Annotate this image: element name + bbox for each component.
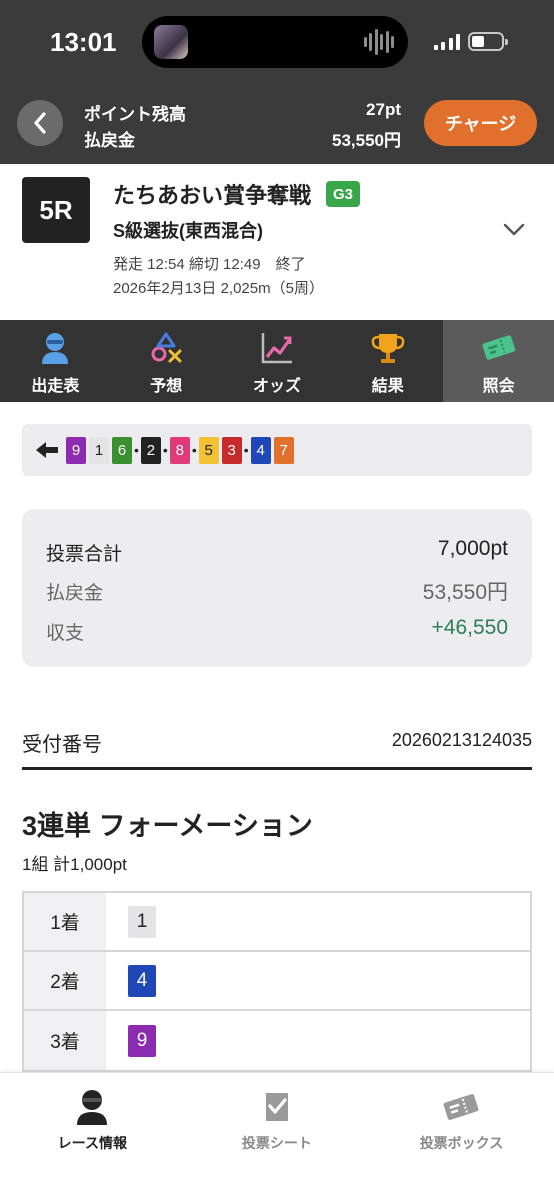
place-cell: 4 [106,952,530,1009]
place-label: 2着 [24,952,106,1009]
racer-number-box: 9 [128,1024,156,1057]
nav-label: 投票ボックス [419,1135,504,1151]
race-date-distance: 2026年2月13日 2,025m（5周） [113,280,324,297]
table-row: 2着 4 [24,952,530,1011]
line-separator-dot: • [191,442,197,458]
trophy-icon [370,330,406,366]
line-separator-dot: • [134,442,139,458]
racer-number-box: 2 [140,436,161,464]
payout-value: 53,550円 [422,581,508,604]
line-separator-dot: • [162,442,168,458]
back-button[interactable] [17,100,63,146]
expand-race-button[interactable] [500,216,528,244]
racer-number-box: 9 [66,436,86,464]
odds-chart-icon [259,330,295,366]
racer-number-box: 3 [221,436,242,464]
table-row: 3着 9 [24,1011,530,1070]
racer-number-box: 4 [128,964,156,997]
racer-number-box: 8 [169,436,190,464]
ticket-icon [481,330,517,366]
status-bar: 13:01 [0,0,554,82]
racer-number-box: 7 [273,436,294,464]
receipt-number-label: 受付番号 [22,734,102,756]
nav-label: レース情報 [57,1135,127,1151]
place-cell: 9 [106,1011,530,1070]
bet-type-title: 3連単 フォーメーション [22,811,313,841]
race-subtitle: S級選抜(東西混合) [113,221,263,241]
tab-odds[interactable]: オッズ [222,320,333,402]
chevron-left-icon [34,112,46,134]
signal-icon [434,34,460,50]
payout-label: 払戻金 [84,131,135,150]
status-time: 13:01 [50,27,117,57]
race-title: たちあおい賞争奪戦 [113,183,312,208]
payout-label: 払戻金 [46,583,104,604]
racer-number-box: 5 [198,436,219,464]
balance-label: 収支 [46,623,85,644]
formation-table: 1着 1 2着 4 3着 9 [22,891,532,1072]
race-number-badge: 5R [22,177,90,243]
bet-summary-card: 投票合計 7,000pt 払戻金 53,550円 収支 +46,550 [22,509,532,667]
nav-bet-box[interactable]: 投票ボックス [369,1073,554,1200]
bottom-navigation: レース情報 投票シート 投票ボックス [0,1072,554,1200]
nav-label: 投票シート [241,1135,312,1151]
bet-sheet-icon [257,1087,297,1127]
divider [22,767,532,770]
points-balance-value: 27pt [366,100,401,119]
place-label: 1着 [24,893,106,950]
prediction-icon [148,330,184,366]
tab-label: 結果 [371,378,404,395]
racer-icon [72,1087,112,1127]
tab-inquiry[interactable]: 照会 [443,320,554,402]
ticket-icon [441,1087,481,1127]
place-label: 3着 [24,1011,106,1070]
balance-value: +46,550 [431,616,509,639]
total-bet-label: 投票合計 [46,544,123,565]
racer-number-box: 6 [112,436,132,464]
nav-bet-sheet[interactable]: 投票シート [185,1073,370,1200]
arrow-left-icon [36,442,58,458]
racer-number-box: 1 [89,436,109,464]
racer-number-box: 1 [128,905,156,938]
tab-results[interactable]: 結果 [332,320,443,402]
tab-label: 照会 [482,378,515,395]
nav-race-info[interactable]: レース情報 [0,1073,185,1200]
grade-badge: G3 [326,181,360,207]
dynamic-island[interactable] [142,16,408,68]
total-bet-value: 7,000pt [437,537,508,560]
tab-prediction[interactable]: 予想 [111,320,222,402]
receipt-number-value: 20260213124035 [391,730,532,750]
charge-button[interactable]: チャージ [424,100,537,146]
race-info: 5R たちあおい賞争奪戦 G3 S級選抜(東西混合) 発走 12:54 締切 1… [0,164,554,320]
points-balance-label: ポイント残高 [84,105,186,124]
combination-bar[interactable]: 9 1 6 • 2 • 8 • 5 3 • 4 7 [22,424,532,476]
bet-subtitle: 1組 計1,000pt [22,855,127,874]
racer-icon [37,330,73,366]
battery-icon [468,32,508,51]
payout-value: 53,550円 [332,131,401,150]
table-row: 1着 1 [24,893,530,952]
points-header: ポイント残高 27pt 払戻金 53,550円 チャージ [0,82,554,164]
line-separator-dot: • [243,442,249,458]
audio-wave-icon [364,28,394,56]
tab-entries[interactable]: 出走表 [0,320,111,402]
tab-label: オッズ [252,378,301,395]
place-cell: 1 [106,893,530,950]
race-schedule: 発走 12:54 締切 12:49 終了 [113,256,306,273]
tab-label: 出走表 [31,378,80,395]
tab-label: 予想 [150,378,183,395]
chevron-down-icon [503,223,525,236]
racer-number-box: 4 [250,436,271,464]
race-tab-bar: 出走表 予想 オッズ 結果 照会 [0,320,554,402]
media-artwork [154,25,188,59]
